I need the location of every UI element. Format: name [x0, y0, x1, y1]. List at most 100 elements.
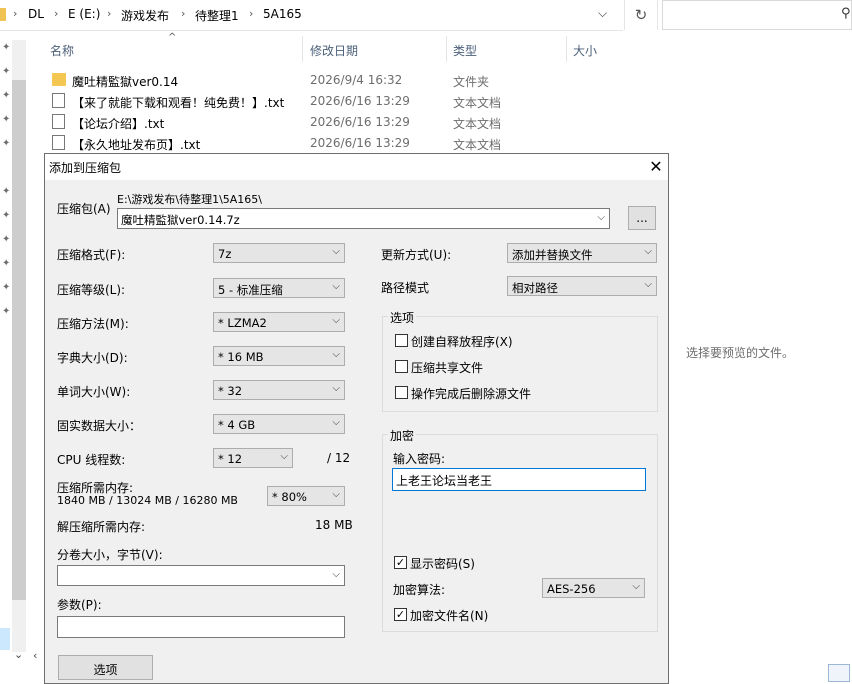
method-value: * LZMA2 — [218, 316, 267, 330]
chevron-down-icon: ⌵ — [332, 315, 340, 326]
password-label: 输入密码: — [393, 452, 446, 466]
encrypt-names-label[interactable]: 加密文件名(N) — [410, 607, 488, 624]
word-size-value: * 32 — [218, 384, 243, 398]
split-size-combo[interactable]: ⌵ — [57, 565, 345, 586]
breadcrumb-folder-1[interactable]: 游戏发布 — [121, 7, 169, 24]
cpu-threads-total: / 12 — [327, 451, 351, 465]
refresh-icon: ↻ — [634, 6, 648, 24]
column-date[interactable]: 修改日期 — [310, 42, 358, 59]
format-combo[interactable]: 7z ⌵ — [213, 243, 345, 263]
shared-files-label[interactable]: 压缩共享文件 — [411, 359, 483, 376]
pin-icon: ✦ — [2, 114, 11, 125]
sfx-label[interactable]: 创建自释放程序(X) — [411, 333, 513, 350]
breadcrumb-folder-3[interactable]: 5A165 — [263, 7, 302, 21]
solid-size-combo[interactable]: * 4 GB ⌵ — [213, 414, 345, 434]
path-mode-combo[interactable]: 相对路径 ⌵ — [507, 276, 657, 296]
file-row[interactable]: 【来了就能下载和观看！纯免费！】.txt 2026/6/16 13:29 文本文… — [48, 91, 603, 112]
file-name: 【论坛介绍】.txt — [72, 117, 165, 131]
chevron-down-icon: ⌵ — [332, 246, 340, 257]
browse-label: ... — [636, 211, 648, 225]
search-box[interactable]: ⚲ — [662, 0, 852, 30]
dictionary-combo[interactable]: * 16 MB ⌵ — [213, 346, 345, 366]
pin-icon: ✦ — [2, 66, 11, 77]
column-divider[interactable] — [446, 36, 447, 62]
chevron-down-icon: ⌵ — [332, 383, 340, 394]
file-date: 2026/9/4 16:32 — [310, 73, 403, 87]
column-name[interactable]: 名称 — [50, 42, 74, 59]
solid-size-label: 固实数据大小： — [57, 419, 142, 433]
column-size[interactable]: 大小 — [573, 42, 597, 59]
chevron-down-icon: ⌵ — [632, 581, 640, 592]
sfx-checkbox[interactable] — [395, 334, 408, 347]
pin-icon: ✦ — [2, 234, 11, 245]
chevron-right-icon: › — [13, 7, 18, 20]
update-mode-combo[interactable]: 添加并替换文件 ⌵ — [507, 243, 657, 263]
memory-percent-combo[interactable]: * 80% ⌵ — [267, 486, 345, 506]
file-type: 文本文档 — [453, 117, 502, 131]
refresh-button[interactable]: ↻ — [624, 0, 658, 30]
level-label: 压缩等级(L): — [57, 283, 126, 297]
encryption-method-combo[interactable]: AES-256 ⌵ — [542, 578, 645, 598]
file-date: 2026/6/16 13:29 — [310, 136, 410, 150]
archive-path: E:\游戏发布\待整理1\5A165\ — [117, 193, 262, 206]
nav-scrollbar-thumb[interactable] — [12, 80, 26, 600]
chevron-down-icon: ⌵ — [644, 246, 652, 257]
decompress-memory-label: 解压缩所需内存: — [57, 520, 146, 534]
parameters-input[interactable] — [57, 616, 345, 638]
archive-name-combo[interactable]: 魔吐精監獄ver0.14.7z ⌵ — [117, 208, 610, 229]
file-row[interactable]: 【论坛介绍】.txt 2026/6/16 13:29 文本文档 — [48, 112, 603, 133]
file-name: 【来了就能下载和观看！纯免费！】.txt — [72, 96, 285, 110]
add-to-archive-dialog: 添加到压缩包 ✕ 压缩包(A) E:\游戏发布\待整理1\5A165\ 魔吐精監… — [44, 153, 669, 684]
column-divider[interactable] — [566, 36, 567, 62]
file-name: 【永久地址发布页】.txt — [72, 138, 201, 152]
dialog-titlebar[interactable]: 添加到压缩包 ✕ — [45, 154, 668, 180]
encrypt-names-checkbox[interactable]: ✓ — [394, 608, 407, 621]
memory-percent-value: * 80% — [272, 490, 307, 504]
column-divider[interactable] — [302, 36, 303, 62]
level-combo[interactable]: 5 - 标准压缩 ⌵ — [213, 278, 345, 298]
show-password-label[interactable]: 显示密码(S) — [410, 555, 475, 572]
browse-button[interactable]: ... — [628, 206, 656, 230]
file-row[interactable]: 【永久地址发布页】.txt 2026/6/16 13:29 文本文档 — [48, 133, 603, 154]
method-combo[interactable]: * LZMA2 ⌵ — [213, 312, 345, 332]
pin-icon: ✦ — [2, 138, 11, 149]
encryption-method-value: AES-256 — [547, 582, 596, 596]
sort-ascending-icon: ^ — [168, 32, 177, 43]
options-button[interactable]: 选项 — [58, 655, 153, 680]
address-bar[interactable]: › DL › E (E:) › 游戏发布 › 待整理1 › 5A165 ⌵ — [0, 0, 623, 31]
archive-label: 压缩包(A) — [57, 202, 111, 216]
delete-after-label[interactable]: 操作完成后删除源文件 — [411, 385, 531, 402]
update-mode-label: 更新方式(U): — [381, 248, 452, 262]
path-mode-label: 路径模式 — [381, 281, 430, 295]
close-button[interactable]: ✕ — [645, 156, 667, 178]
password-input[interactable]: 上老王论坛当老王 — [392, 468, 646, 491]
scroll-left-icon[interactable]: ‹ — [33, 649, 37, 662]
nav-selected-item[interactable] — [0, 628, 10, 650]
breadcrumb-drive[interactable]: E (E:) — [68, 7, 100, 21]
word-size-combo[interactable]: * 32 ⌵ — [213, 380, 345, 400]
update-mode-value: 添加并替换文件 — [512, 248, 593, 262]
file-date: 2026/6/16 13:29 — [310, 115, 410, 129]
column-type[interactable]: 类型 — [453, 42, 477, 59]
cpu-threads-label: CPU 线程数: — [57, 453, 126, 467]
breadcrumb-dl[interactable]: DL — [28, 7, 44, 21]
show-password-checkbox[interactable]: ✓ — [394, 556, 407, 569]
chevron-down-icon: ⌵ — [332, 569, 340, 580]
file-type: 文本文档 — [453, 138, 502, 152]
word-size-label: 单词大小(W): — [57, 385, 131, 399]
options-button-label: 选项 — [93, 663, 118, 677]
pin-icon: ✦ — [2, 210, 11, 221]
level-value: 5 - 标准压缩 — [218, 283, 283, 297]
text-file-icon — [52, 93, 65, 108]
delete-after-checkbox[interactable] — [395, 386, 408, 399]
breadcrumb-folder-2[interactable]: 待整理1 — [195, 7, 239, 24]
details-view-icon[interactable] — [828, 664, 850, 682]
scroll-down-icon[interactable]: ⌄ — [14, 648, 23, 661]
shared-files-checkbox[interactable] — [395, 360, 408, 373]
cpu-threads-combo[interactable]: * 12 ⌵ — [213, 448, 293, 468]
chevron-down-icon[interactable]: ⌵ — [597, 212, 605, 223]
pin-icon: ✦ — [2, 258, 11, 269]
chevron-down-icon[interactable]: ⌵ — [598, 6, 607, 21]
file-row[interactable]: 魔吐精監獄ver0.14 2026/9/4 16:32 文件夹 — [48, 70, 603, 91]
decompress-memory-value: 18 MB — [315, 518, 353, 532]
